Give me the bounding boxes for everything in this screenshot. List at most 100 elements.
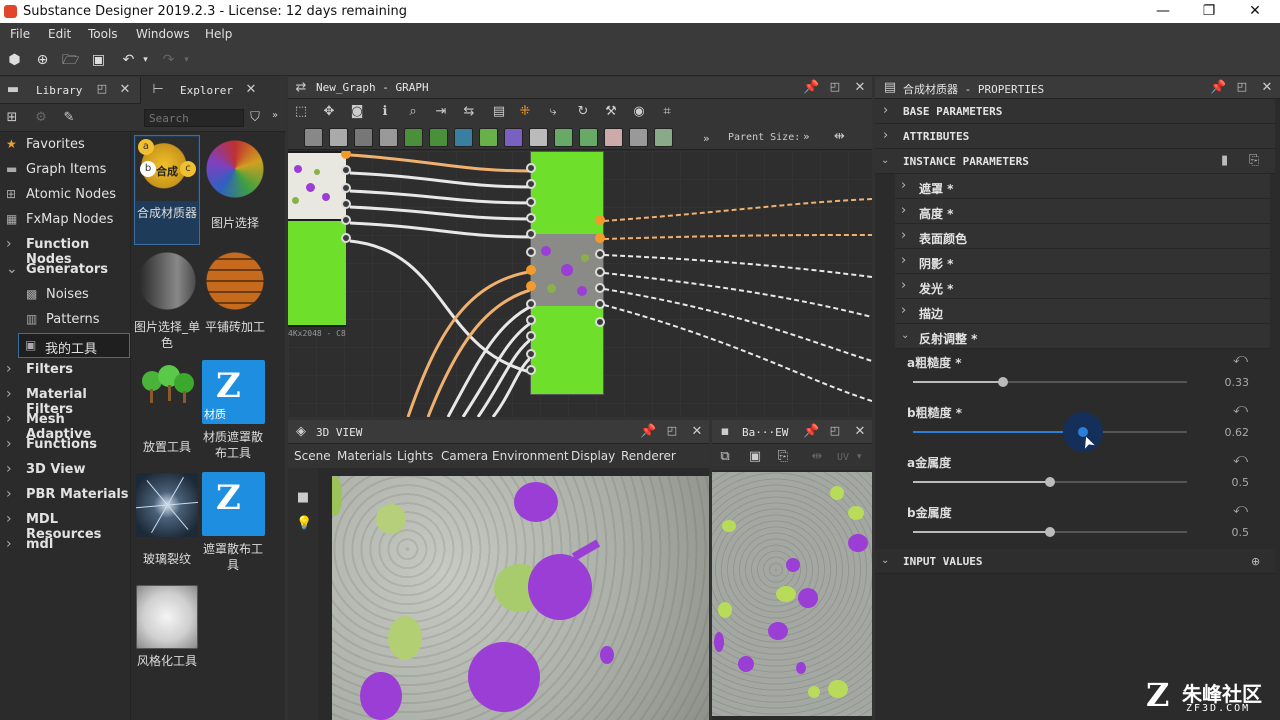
param-value[interactable]: 0.62 <box>1209 426 1250 439</box>
pin-icon[interactable]: 📌 <box>803 80 819 95</box>
transform-icon[interactable] <box>379 128 398 147</box>
save-image-icon[interactable]: ▣ <box>748 449 762 464</box>
param-group[interactable]: › 描边 <box>895 299 1270 324</box>
pin-icon[interactable]: 📌 <box>1210 80 1226 95</box>
fit-view-icon[interactable]: ⧉ <box>718 449 732 464</box>
menu-file[interactable]: File <box>10 27 30 41</box>
output-port[interactable] <box>595 283 605 293</box>
zoom-icon[interactable]: ⌕ <box>406 104 420 119</box>
menu-display[interactable]: Display <box>571 449 615 463</box>
output-port[interactable] <box>341 183 351 193</box>
param-slider-knob[interactable] <box>1045 477 1055 487</box>
output-port[interactable] <box>341 165 351 175</box>
chevron-right-icon[interactable]: › <box>6 237 19 251</box>
library-item[interactable]: › Material Filters <box>0 383 130 417</box>
preset-icon[interactable]: ▮ <box>1221 153 1228 168</box>
uv-dropdown-icon[interactable]: ▾ <box>857 452 862 462</box>
more-icon[interactable]: » <box>803 130 810 143</box>
close-explorer-icon[interactable]: ✕ <box>244 82 258 97</box>
param-group[interactable]: › 高度 * <box>895 199 1270 224</box>
layout-icon[interactable]: ▤ <box>492 104 506 119</box>
output-port[interactable] <box>595 299 605 309</box>
close-library-icon[interactable]: ✕ <box>118 82 132 97</box>
new-package-icon[interactable]: ⬢ <box>6 52 23 68</box>
hsl-icon[interactable] <box>604 128 623 147</box>
thumb-glass-crack[interactable] <box>136 473 198 537</box>
maximize-button[interactable]: ❐ <box>1186 1 1232 21</box>
library-item[interactable]: ⌄ Generators <box>0 258 130 283</box>
histogram-icon[interactable] <box>654 128 673 147</box>
more-icon[interactable]: » <box>268 110 282 121</box>
thumb-mask-scatter[interactable]: Z <box>202 472 265 536</box>
chevron-right-icon[interactable]: › <box>6 462 19 476</box>
section-attributes[interactable]: › ATTRIBUTES <box>875 124 1275 149</box>
library-item[interactable]: › Filters <box>0 358 130 383</box>
menu-environment[interactable]: Environment <box>492 449 569 463</box>
library-item[interactable]: › Functions <box>0 433 130 458</box>
info-icon[interactable]: ℹ <box>378 104 392 119</box>
grid-icon[interactable] <box>529 128 548 147</box>
light-bulb-icon[interactable]: 💡 <box>296 516 312 531</box>
pin-icon[interactable]: 📌 <box>640 424 656 439</box>
float-panel-icon[interactable]: ◰ <box>828 80 842 93</box>
close-2d-view-icon[interactable]: ✕ <box>853 424 867 439</box>
output-port[interactable] <box>595 215 605 225</box>
library-item[interactable]: ★ Favorites <box>0 133 130 158</box>
frame-icon[interactable]: ⬚ <box>294 104 308 119</box>
library-item[interactable]: › MDL Resources <box>0 508 130 542</box>
section-instance-parameters[interactable]: ⌄ INSTANCE PARAMETERS ▮ ⎘ <box>875 149 1275 174</box>
reset-param-icon[interactable]: ⤺ <box>1233 401 1248 417</box>
output-port[interactable] <box>595 233 605 243</box>
chevron-right-icon[interactable]: › <box>6 487 19 501</box>
uniform-color-icon[interactable] <box>354 128 373 147</box>
reset-param-icon[interactable]: ⤺ <box>1233 451 1248 467</box>
curve-icon[interactable] <box>404 128 423 147</box>
input-port[interactable] <box>526 281 536 291</box>
more-atomic-icon[interactable]: » <box>703 132 710 145</box>
output-port[interactable] <box>595 317 605 327</box>
undo-dropdown-icon[interactable]: ▾ <box>137 52 154 68</box>
library-item[interactable]: ⊞ Atomic Nodes <box>0 183 130 208</box>
close-graph-icon[interactable]: ✕ <box>853 80 867 95</box>
thumb-place-tool[interactable] <box>136 361 198 425</box>
close-3d-view-icon[interactable]: ✕ <box>690 424 704 439</box>
input-port[interactable] <box>526 331 536 341</box>
param-group[interactable]: › 表面颜色 <box>895 224 1270 249</box>
tools-icon[interactable]: ⚒ <box>604 104 618 119</box>
minimize-button[interactable]: — <box>1140 1 1186 21</box>
thumb-tile-process[interactable] <box>204 249 266 313</box>
menu-tools[interactable]: Tools <box>88 27 118 41</box>
uv-label[interactable]: UV <box>837 452 849 463</box>
thumb-image-select[interactable] <box>204 137 266 201</box>
add-folder-icon[interactable]: ⊞ <box>5 110 19 125</box>
levels-icon[interactable] <box>554 128 573 147</box>
close-properties-icon[interactable]: ✕ <box>1260 80 1274 95</box>
menu-materials[interactable]: Materials <box>337 449 392 463</box>
output-port[interactable] <box>341 215 351 225</box>
filter-icon[interactable]: ⛉ <box>248 110 262 125</box>
crop-icon[interactable]: ⌗ <box>660 104 674 119</box>
section-base-parameters[interactable]: › BASE PARAMETERS <box>875 99 1275 124</box>
reset-param-icon[interactable]: ⤺ <box>1233 501 1248 517</box>
compositor-node[interactable] <box>530 151 604 395</box>
library-item[interactable]: ▦ FxMap Nodes <box>0 208 130 233</box>
input-port[interactable] <box>526 229 536 239</box>
menu-edit[interactable]: Edit <box>48 27 71 41</box>
explorer-tab[interactable]: ⊢ Explorer ✕ <box>140 77 285 104</box>
thumb-stylize-tool[interactable] <box>136 585 198 649</box>
connect-icon[interactable]: ⁜ <box>518 104 532 119</box>
library-search-input[interactable] <box>144 109 244 127</box>
menu-scene[interactable]: Scene <box>294 449 331 463</box>
chevron-down-icon[interactable]: ⌄ <box>6 262 19 276</box>
route-icon[interactable]: ⤷ <box>546 104 560 119</box>
svg-node-icon[interactable] <box>329 128 348 147</box>
library-item[interactable]: › mdl <box>0 533 130 558</box>
output-port[interactable] <box>341 199 351 209</box>
redo-dropdown-icon[interactable]: ▾ <box>178 52 195 68</box>
save-icon[interactable]: ▣ <box>90 52 107 68</box>
align-icon[interactable]: ⇆ <box>462 104 476 119</box>
chevron-right-icon[interactable]: › <box>6 437 19 451</box>
split-icon[interactable]: ⇹ <box>834 129 845 144</box>
input-port[interactable] <box>526 213 536 223</box>
tile-icon[interactable]: ⇹ <box>810 449 824 464</box>
